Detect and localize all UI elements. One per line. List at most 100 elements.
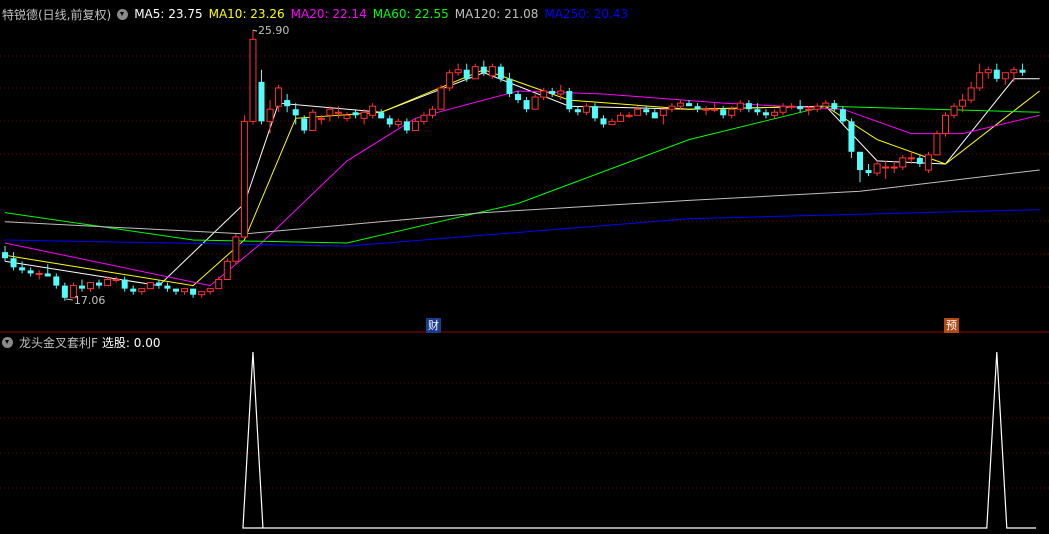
candle-body-up: [668, 105, 676, 110]
candle-body-up: [736, 102, 744, 110]
candle-body-up: [531, 96, 539, 110]
event-marker-yu[interactable]: 预: [944, 318, 959, 333]
candle-body-up: [950, 105, 958, 116]
candle-body-up: [369, 105, 377, 116]
candle-body-down: [164, 285, 171, 289]
high-price-label: 25.90: [258, 24, 290, 37]
candle-body-down: [515, 94, 521, 101]
candle-body-down: [284, 100, 291, 107]
candle-body-up: [394, 120, 402, 125]
candle-body-down: [403, 121, 410, 131]
candle-body-up: [617, 114, 625, 122]
candle-body-up: [959, 99, 967, 107]
candle-body-up: [181, 288, 189, 293]
candle-body-down: [386, 118, 393, 125]
candle-body-up: [634, 108, 642, 116]
candle-body-down: [1019, 69, 1026, 73]
indicator-settings-icon[interactable]: [2, 336, 13, 348]
indicator-header: 龙头金叉套利F 选股: 0.00: [2, 333, 166, 351]
event-marker-cai[interactable]: 财: [426, 318, 441, 333]
candle-body-down: [292, 109, 299, 116]
candle-body-down: [190, 288, 197, 295]
candle-body-down: [497, 66, 504, 79]
ma-legend-item: MA120: 21.08: [454, 7, 539, 21]
candle-body-down: [130, 288, 137, 292]
ma250-line: [4, 209, 1040, 247]
candle-body-up: [779, 105, 787, 113]
candle-body-up: [240, 120, 248, 238]
ma-legend-item: MA10: 23.26: [208, 7, 285, 21]
candle-body-up: [326, 108, 334, 116]
candle-body-down: [762, 112, 769, 116]
candle-body-down: [651, 112, 658, 119]
indicator-line: [242, 351, 1036, 529]
candle-body-up: [873, 163, 881, 174]
ma10-line: [4, 69, 1040, 287]
stock-chart: 25.90 17.06: [0, 24, 1049, 529]
candle-body-up: [659, 108, 667, 116]
indicator-title: 龙头金叉套利F: [19, 335, 98, 350]
candle-body-up: [87, 282, 94, 290]
candle-body-down: [643, 109, 650, 113]
ma-legend-item: MA20: 22.14: [290, 7, 367, 21]
candle-body-down: [993, 69, 1000, 79]
candle-body-up: [343, 114, 351, 119]
candle-body-up: [711, 108, 719, 111]
candle-body-down: [839, 109, 846, 122]
candle-body-up: [805, 108, 813, 111]
candle-body-up: [676, 102, 684, 107]
candle-body-up: [728, 108, 736, 116]
candle-body-down: [506, 78, 513, 95]
high-arrow: [252, 29, 258, 32]
candle-body-up: [942, 114, 949, 135]
candle-body-down: [857, 151, 863, 171]
chart-settings-icon[interactable]: [117, 8, 129, 20]
candle-body-down: [600, 118, 607, 125]
candle-body-up: [206, 288, 214, 293]
candle-body-down: [155, 282, 162, 286]
candle-body-up: [907, 157, 915, 160]
candle-body-up: [104, 279, 112, 287]
ma-legend-item: MA60: 22.55: [372, 7, 449, 21]
ma-legend: MA5: 23.75 MA10: 23.26 MA20: 22.14 MA60: 22…: [134, 7, 634, 21]
candle-body-down: [27, 270, 34, 274]
candle-body-up: [540, 90, 548, 98]
candle-body-up: [933, 133, 941, 156]
candle-body-up: [471, 66, 479, 80]
candle-body-down: [10, 258, 17, 268]
candle-body-down: [566, 90, 573, 110]
price-grid: [0, 55, 1049, 489]
candle-body-up: [890, 166, 898, 169]
candle-body-up: [882, 166, 890, 169]
candle-body-up: [429, 108, 436, 116]
indicator-panel: [242, 351, 1036, 529]
candle-body-down: [591, 106, 598, 119]
candle-body-down: [831, 103, 838, 110]
candle-body-up: [822, 102, 830, 107]
candle-body-up: [557, 90, 565, 95]
candlestick-series: [2, 30, 1026, 301]
moving-average-lines: [4, 69, 1040, 287]
candle-body-up: [138, 288, 146, 293]
candle-body-down: [301, 118, 308, 131]
candle-body-down: [720, 109, 727, 116]
candle-body-up: [249, 38, 257, 122]
candle-body-down: [916, 157, 923, 164]
ma-legend-item: MA250: 20.43: [544, 7, 629, 21]
candle-body-up: [309, 111, 317, 132]
candle-body-down: [865, 170, 872, 174]
candle-body-down: [797, 106, 804, 110]
ma-legend-item: MA5: 23.75: [134, 7, 203, 21]
candle-body-down: [463, 69, 470, 79]
candle-body-up: [334, 111, 342, 114]
candle-body-up: [924, 154, 932, 171]
candle-body-down: [173, 288, 179, 292]
candle-body-up: [317, 117, 325, 120]
low-price-label: 17.06: [74, 294, 106, 307]
candle-body-down: [258, 81, 265, 122]
candle-body-up: [446, 72, 454, 89]
candle-body-up: [702, 108, 710, 111]
candle-body-up: [146, 282, 154, 290]
candle-body-up: [215, 279, 223, 290]
candle-body-up: [35, 272, 43, 275]
